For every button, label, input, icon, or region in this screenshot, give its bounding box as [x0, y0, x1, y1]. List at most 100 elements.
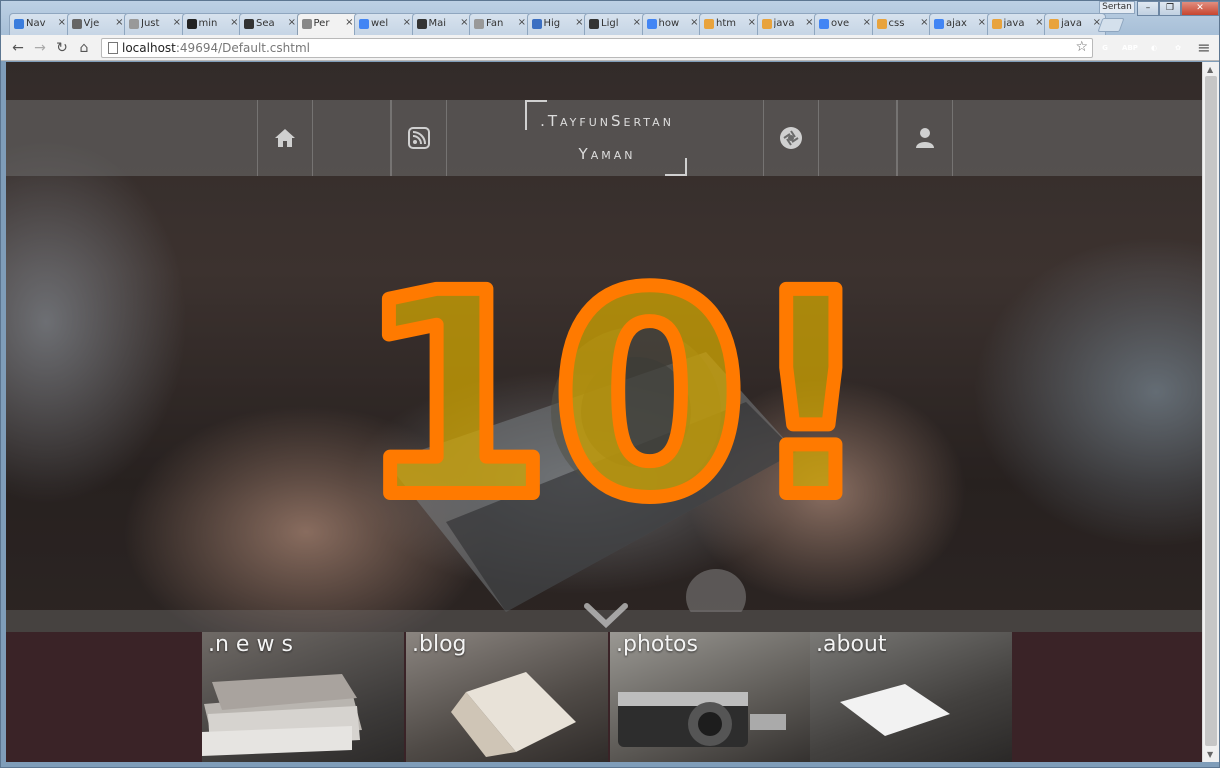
- tab-favicon-icon: [761, 19, 772, 29]
- tab-close-icon[interactable]: ×: [345, 17, 353, 28]
- tab-close-icon[interactable]: ×: [403, 17, 411, 28]
- tile-label-news: .n e w s: [208, 632, 293, 657]
- tab-favicon-icon: [71, 19, 82, 29]
- scroll-down-arrow-icon[interactable]: ▼: [1207, 750, 1213, 759]
- tab-title: Nav: [26, 18, 46, 29]
- tab-close-icon[interactable]: ×: [58, 17, 66, 28]
- tab-close-icon[interactable]: ×: [633, 17, 641, 28]
- tab-favicon-icon: [704, 19, 714, 29]
- tab-close-icon[interactable]: ×: [230, 17, 238, 28]
- browser-tab[interactable]: how ×: [641, 13, 704, 35]
- tab-favicon-icon: [14, 19, 24, 29]
- tab-title: java: [1003, 18, 1025, 29]
- browser-menu-icon[interactable]: ≡: [1195, 39, 1213, 57]
- tab-close-icon[interactable]: ×: [748, 17, 756, 28]
- new-tab-button[interactable]: [1097, 18, 1125, 32]
- site-logo[interactable]: .TayfunSertan Yaman: [521, 100, 691, 176]
- tab-close-icon[interactable]: ×: [575, 17, 583, 28]
- hero-text: 10!: [357, 258, 874, 518]
- extension-icon[interactable]: ◐: [1146, 40, 1162, 56]
- tile-label-photos: .photos: [616, 632, 698, 657]
- close-window-button[interactable]: ✕: [1181, 1, 1219, 16]
- browser-tab[interactable]: Fan ×: [469, 13, 531, 35]
- tab-title: Per: [313, 18, 330, 29]
- tab-favicon-icon: [646, 19, 657, 29]
- user-icon: [916, 128, 934, 148]
- nav-rss[interactable]: [391, 100, 447, 176]
- tab-favicon-icon: [589, 19, 599, 29]
- tab-close-icon[interactable]: ×: [978, 17, 986, 28]
- home-button[interactable]: ⌂: [75, 39, 93, 57]
- tab-favicon-icon: [991, 19, 1002, 29]
- browser-tab[interactable]: Just ×: [124, 13, 186, 35]
- tab-close-icon[interactable]: ×: [518, 17, 526, 28]
- browser-tab[interactable]: Nav ×: [9, 13, 71, 35]
- tab-close-icon[interactable]: ×: [1035, 17, 1043, 28]
- tab-close-icon[interactable]: ×: [288, 17, 296, 28]
- browser-toolbar: ← → ↻ ⌂ localhost:49694/Default.cshtml ☆…: [1, 35, 1219, 61]
- translate-extension-icon[interactable]: G: [1097, 40, 1113, 56]
- color-picker-extension-icon[interactable]: ✿: [1170, 40, 1186, 56]
- browser-tab[interactable]: Sea ×: [239, 13, 301, 35]
- open-book-icon: [451, 672, 576, 757]
- browser-tab[interactable]: Hig ×: [526, 13, 589, 35]
- scroll-up-arrow-icon[interactable]: ▲: [1207, 65, 1213, 74]
- tile-about[interactable]: .about: [810, 632, 1012, 762]
- reload-button[interactable]: ↻: [53, 39, 71, 57]
- tab-favicon-icon: [876, 19, 887, 29]
- tab-strip: Nav × Vje × Just × min × Sea × Per × wel × Mai × Fan × Hig…: [1, 1, 1219, 36]
- tab-close-icon[interactable]: ×: [920, 17, 928, 28]
- tab-favicon-icon: [244, 19, 254, 29]
- browser-tab[interactable]: ove ×: [814, 13, 876, 35]
- nav-home[interactable]: [257, 100, 313, 176]
- tab-close-icon[interactable]: ×: [805, 17, 813, 28]
- tab-close-icon[interactable]: ×: [863, 17, 871, 28]
- tile-photos[interactable]: .photos: [610, 632, 812, 762]
- browser-tab[interactable]: Per ×: [296, 13, 359, 36]
- forward-button[interactable]: →: [31, 39, 49, 57]
- nav-about[interactable]: [897, 100, 953, 176]
- browser-tab[interactable]: java ×: [986, 13, 1049, 35]
- scrollbar-thumb[interactable]: [1205, 76, 1217, 746]
- tab-favicon-icon: [301, 19, 312, 29]
- browser-tab[interactable]: css ×: [871, 13, 934, 35]
- browser-tab[interactable]: Mai ×: [411, 13, 474, 35]
- browser-tab[interactable]: java ×: [1044, 13, 1106, 35]
- bookmark-star-icon[interactable]: ☆: [1075, 39, 1088, 55]
- browser-tab[interactable]: Vje ×: [66, 13, 129, 35]
- back-button[interactable]: ←: [9, 39, 27, 57]
- tab-title: css: [888, 18, 905, 29]
- browser-tab[interactable]: htm ×: [699, 13, 761, 35]
- browser-tab[interactable]: wel ×: [354, 13, 416, 35]
- tile-blog[interactable]: .blog: [406, 632, 608, 762]
- tab-favicon-icon: [1049, 19, 1059, 29]
- newspaper-stack-icon: [202, 674, 362, 756]
- tab-title: java: [773, 18, 795, 29]
- tab-close-icon[interactable]: ×: [173, 17, 181, 28]
- tab-close-icon[interactable]: ×: [115, 17, 123, 28]
- browser-tab[interactable]: ajax ×: [929, 13, 991, 35]
- address-bar[interactable]: localhost:49694/Default.cshtml ☆: [101, 38, 1093, 58]
- camera-icon: [618, 692, 786, 747]
- profile-button[interactable]: Sertan: [1099, 1, 1135, 14]
- tab-title: min: [198, 18, 218, 29]
- tab-close-icon[interactable]: ×: [690, 17, 698, 28]
- tile-news[interactable]: .n e w s: [202, 632, 404, 762]
- camera-aperture-icon: [780, 127, 802, 149]
- tab-close-icon[interactable]: ×: [460, 17, 468, 28]
- nav-photos[interactable]: [763, 100, 819, 176]
- browser-tab[interactable]: java ×: [756, 13, 819, 35]
- tab-title: ajax: [946, 18, 967, 29]
- chevron-down-icon[interactable]: [583, 596, 629, 632]
- browser-tab[interactable]: Ligl ×: [584, 13, 646, 35]
- tile-label-blog: .blog: [412, 632, 467, 657]
- rss-icon: [408, 127, 430, 149]
- tab-title: Ligl: [601, 18, 619, 29]
- page-icon: [108, 42, 118, 54]
- minimize-button[interactable]: –: [1137, 1, 1159, 16]
- page-scrollbar[interactable]: ▲ ▼: [1202, 62, 1219, 762]
- restore-button[interactable]: ❐: [1159, 1, 1181, 16]
- tab-favicon-icon: [416, 19, 427, 29]
- browser-tab[interactable]: min ×: [181, 13, 244, 35]
- adblock-extension-icon[interactable]: ABP: [1122, 40, 1138, 56]
